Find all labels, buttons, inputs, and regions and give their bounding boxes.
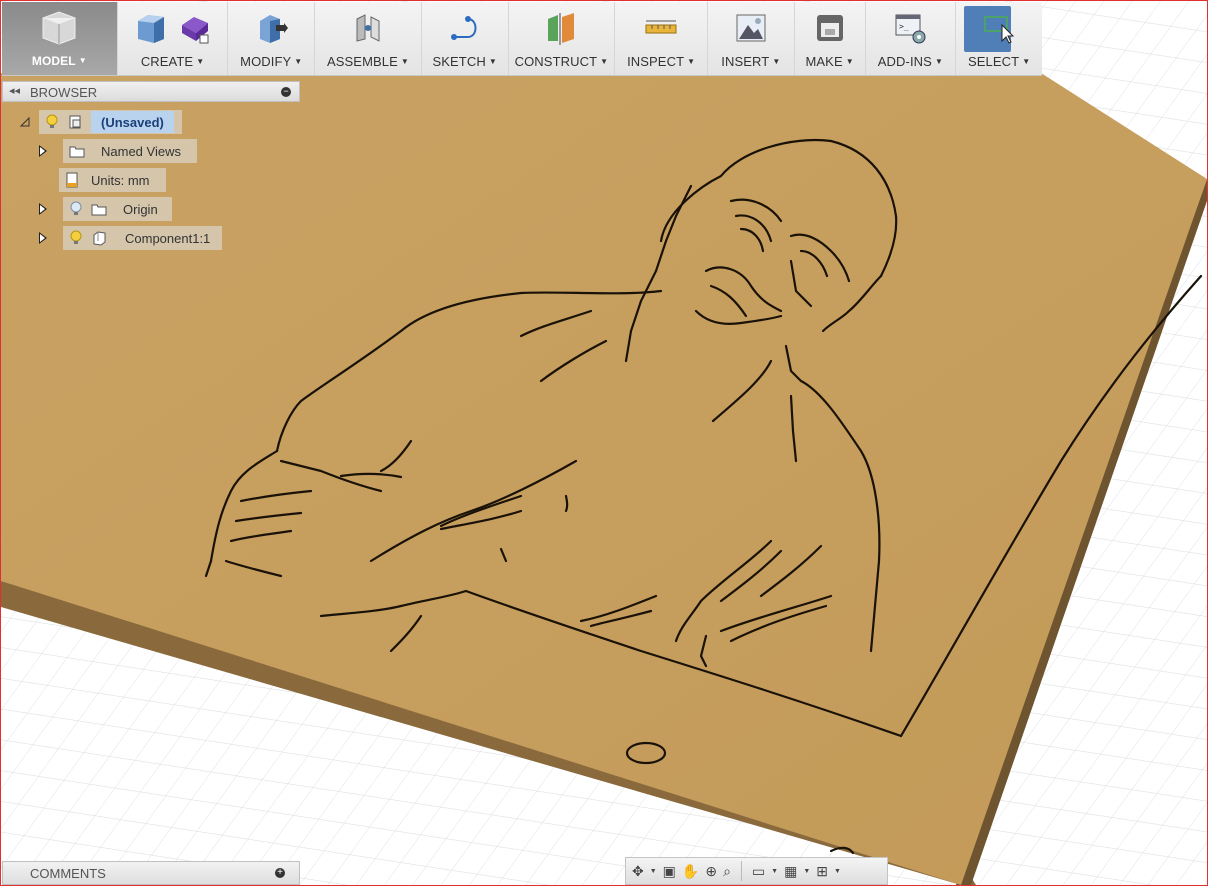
svg-text:>_: >_ — [899, 22, 909, 31]
press-pull-icon — [260, 15, 289, 43]
construct-label: CONSTRUCT — [514, 54, 598, 69]
lightbulb-on-icon[interactable] — [45, 114, 59, 130]
model-workspace-icon — [42, 11, 76, 45]
zoom-icon[interactable]: ⊕ — [705, 864, 717, 878]
grid-dropdown-icon[interactable]: ▼ — [803, 868, 810, 875]
insert-menu[interactable]: INSERT ▼ — [708, 2, 795, 75]
collapse-panel-icon[interactable]: ◂◂ — [9, 84, 20, 97]
measure-icon — [645, 20, 677, 34]
model-label: MODEL — [31, 54, 76, 68]
workspace-switcher[interactable]: MODEL ▼ — [2, 2, 118, 75]
grid-settings-icon[interactable]: ▦ — [784, 864, 797, 878]
create-label: CREATE — [140, 54, 194, 69]
expanded-triangle-icon[interactable] — [19, 116, 31, 128]
expand-arrow-icon[interactable] — [39, 232, 47, 244]
scripts-addins-icon: >_ — [895, 14, 926, 44]
addins-label: ADD-INS — [877, 54, 932, 69]
tree-node-named-views[interactable]: Named Views — [39, 139, 197, 163]
tree-node-units[interactable]: Units: mm — [59, 168, 166, 192]
viewports-dropdown-icon[interactable]: ▼ — [834, 868, 841, 875]
inspect-menu[interactable]: INSPECT ▼ — [615, 2, 708, 75]
display-settings-icon[interactable]: ▭ — [752, 864, 765, 878]
addins-menu[interactable]: >_ ADD-INS ▼ — [866, 2, 957, 75]
box-icon — [137, 15, 164, 43]
origin-box[interactable]: Origin — [63, 197, 172, 221]
form-icon — [181, 17, 209, 44]
expand-arrow-icon[interactable] — [39, 203, 47, 215]
modify-menu[interactable]: MODIFY ▼ — [228, 2, 316, 75]
select-menu[interactable]: SELECT ▼ — [956, 2, 1042, 75]
3d-viewport[interactable] — [1, 1, 1207, 885]
make-label: MAKE — [805, 54, 843, 69]
separator — [740, 861, 742, 881]
root-node-box[interactable]: (Unsaved) — [39, 110, 182, 134]
lightbulb-off-icon[interactable] — [69, 201, 83, 217]
browser-panel-header[interactable]: ◂◂ BROWSER − — [2, 81, 300, 102]
sketch-menu[interactable]: SKETCH ▼ — [422, 2, 509, 75]
lightbulb-on-icon[interactable] — [69, 230, 83, 246]
3d-print-icon — [816, 15, 843, 41]
viewports-icon[interactable]: ⊞ — [816, 864, 828, 878]
tree-node-root[interactable]: (Unsaved) — [19, 110, 182, 134]
fit-icon[interactable]: ⌕ — [723, 864, 731, 878]
inspect-label: INSPECT — [627, 54, 685, 69]
folder-icon — [91, 204, 107, 216]
joint-icon — [356, 14, 380, 42]
pan-hand-icon[interactable]: ✋ — [682, 864, 699, 878]
select-cursor-icon — [984, 16, 1015, 44]
units-box[interactable]: Units: mm — [59, 168, 166, 192]
component-icon — [93, 231, 106, 246]
tree-node-component[interactable]: Component1:1 — [39, 226, 223, 250]
create-menu[interactable]: CREATE ▼ — [118, 2, 229, 75]
component-label: Component1:1 — [125, 230, 211, 246]
orbit-dropdown-icon[interactable]: ▼ — [650, 868, 657, 875]
construct-plane-icon — [548, 13, 575, 45]
fusion-window: MODEL ▼ CREATE ▼ MODIFY ▼ ASSEMBLE ▼ SKE… — [0, 0, 1208, 886]
look-at-icon[interactable]: ▣ — [663, 864, 676, 878]
named-views-box[interactable]: Named Views — [63, 139, 197, 163]
add-comment-icon[interactable]: + — [275, 868, 285, 878]
component-box[interactable]: Component1:1 — [63, 226, 223, 250]
comments-title: COMMENTS — [30, 866, 106, 881]
insert-image-icon — [736, 14, 766, 42]
select-label: SELECT — [968, 54, 1020, 69]
assemble-menu[interactable]: ASSEMBLE ▼ — [315, 2, 422, 75]
sketch-label: SKETCH — [432, 54, 486, 69]
sketch-icon — [450, 16, 477, 40]
display-dropdown-icon[interactable]: ▼ — [771, 868, 778, 875]
orbit-icon[interactable]: ✥ — [632, 864, 644, 878]
folder-icon — [69, 146, 85, 158]
origin-label: Origin — [123, 201, 158, 217]
minimize-icon[interactable]: − — [281, 87, 291, 97]
insert-label: INSERT — [721, 54, 770, 69]
navigation-bar: ✥ ▼ ▣ ✋ ⊕ ⌕ ▭ ▼ ▦ ▼ ⊞ ▼ — [625, 857, 888, 885]
main-toolbar: MODEL ▼ CREATE ▼ MODIFY ▼ ASSEMBLE ▼ SKE… — [2, 2, 1042, 76]
browser-title: BROWSER — [30, 85, 98, 100]
construct-menu[interactable]: CONSTRUCT ▼ — [509, 2, 616, 75]
named-views-label: Named Views — [101, 143, 181, 159]
document-component-icon — [69, 115, 81, 129]
units-document-icon — [66, 172, 78, 188]
assemble-label: ASSEMBLE — [326, 54, 398, 69]
comments-panel[interactable]: COMMENTS + — [2, 861, 300, 885]
tree-node-origin[interactable]: Origin — [39, 197, 172, 221]
modify-label: MODIFY — [240, 54, 292, 69]
expand-arrow-icon[interactable] — [39, 145, 47, 157]
units-label: Units: mm — [91, 172, 150, 188]
make-menu[interactable]: MAKE ▼ — [795, 2, 866, 75]
unsaved-label[interactable]: (Unsaved) — [91, 111, 174, 133]
